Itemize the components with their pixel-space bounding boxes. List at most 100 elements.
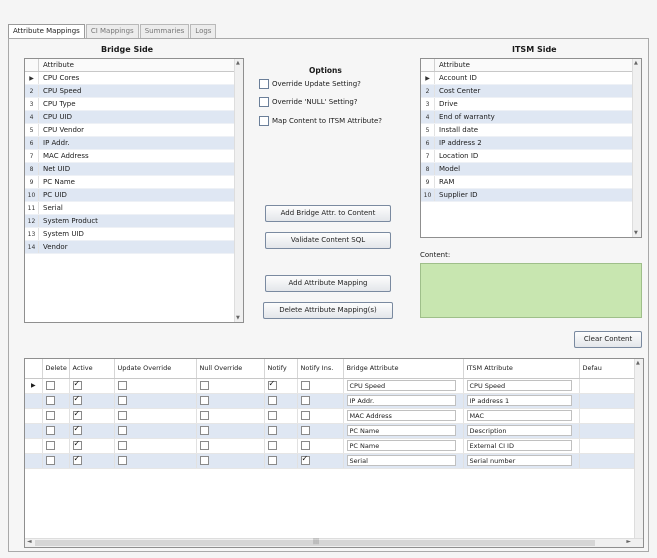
list-item[interactable]: 14 Vendor xyxy=(25,241,243,254)
override-update-option[interactable]: Override Update Setting? xyxy=(259,79,361,89)
column-header[interactable]: Bridge Attribute xyxy=(343,359,464,379)
null-checkbox[interactable] xyxy=(199,441,209,450)
scroll-up-icon[interactable]: ▲ xyxy=(636,360,640,366)
column-header[interactable]: Notify Ins. xyxy=(297,359,344,379)
active-checkbox[interactable] xyxy=(72,379,82,390)
column-header[interactable]: Delete xyxy=(42,359,70,379)
delete-checkbox[interactable] xyxy=(45,456,55,465)
scroll-up-icon[interactable]: ▲ xyxy=(236,60,240,66)
list-item[interactable]: 2 CPU Speed xyxy=(25,85,243,98)
update-checkbox[interactable] xyxy=(117,426,127,435)
column-header[interactable]: ITSM Attribute xyxy=(463,359,580,379)
notify-ins-checkbox[interactable] xyxy=(300,454,310,465)
update-checkbox[interactable] xyxy=(117,396,127,405)
null-checkbox[interactable] xyxy=(199,456,209,465)
column-header[interactable]: Update Override xyxy=(114,359,197,379)
override-null-checkbox[interactable] xyxy=(259,97,269,107)
table-row[interactable]: PC Name External CI ID xyxy=(25,438,637,454)
bridge-attribute-list[interactable]: Attribute ▶ CPU Cores 2 CPU Speed 3 CPU Type 4… xyxy=(24,58,244,323)
column-header[interactable]: Null Override xyxy=(196,359,265,379)
column-header[interactable]: Defau xyxy=(579,359,637,379)
active-checkbox[interactable] xyxy=(72,454,82,465)
list-item[interactable]: 10 PC UID xyxy=(25,189,243,202)
list-item[interactable]: 3 Drive xyxy=(421,98,641,111)
itsm-attribute-list[interactable]: Attribute ▶ Account ID 2 Cost Center 3 Drive 4… xyxy=(420,58,642,238)
notify-ins-checkbox[interactable] xyxy=(300,381,310,390)
delete-attribute-mappings-button[interactable]: Delete Attribute Mapping(s) xyxy=(263,302,393,319)
list-item[interactable]: 11 Serial xyxy=(25,202,243,215)
notify-checkbox[interactable] xyxy=(267,379,277,390)
delete-checkbox[interactable] xyxy=(45,381,55,390)
list-item[interactable]: 7 MAC Address xyxy=(25,150,243,163)
tab-ci-mappings[interactable]: CI Mappings xyxy=(85,24,139,38)
notify-ins-checkbox[interactable] xyxy=(300,426,310,435)
map-content-option[interactable]: Map Content to ITSM Attribute? xyxy=(259,116,382,126)
itsm-attribute-value[interactable]: IP address 1 xyxy=(466,395,572,406)
override-update-checkbox[interactable] xyxy=(259,79,269,89)
delete-checkbox[interactable] xyxy=(45,396,55,405)
content-textarea[interactable] xyxy=(420,263,642,318)
column-header[interactable] xyxy=(25,359,43,379)
bridge-attribute-value[interactable]: Serial xyxy=(346,455,456,466)
column-header[interactable]: Active xyxy=(69,359,115,379)
list-item[interactable]: 6 IP Addr. xyxy=(25,137,243,150)
itsm-attribute-value[interactable]: External CI ID xyxy=(466,440,572,451)
itsm-attribute-value[interactable]: CPU Speed xyxy=(466,380,572,391)
list-item[interactable]: 8 Net UID xyxy=(25,163,243,176)
bridge-attribute-value[interactable]: CPU Speed xyxy=(346,380,456,391)
list-item[interactable]: 4 End of warranty xyxy=(421,111,641,124)
validate-content-sql-button[interactable]: Validate Content SQL xyxy=(265,232,391,249)
table-row[interactable]: MAC Address MAC xyxy=(25,408,637,424)
itsm-list-scrollbar[interactable]: ▲ ▼ xyxy=(632,59,641,237)
scroll-left-icon[interactable]: ◄ xyxy=(27,538,32,545)
list-item[interactable]: 5 CPU Vendor xyxy=(25,124,243,137)
null-checkbox[interactable] xyxy=(199,411,209,420)
update-checkbox[interactable] xyxy=(117,411,127,420)
list-item[interactable]: 3 CPU Type xyxy=(25,98,243,111)
list-item[interactable]: 6 IP address 2 xyxy=(421,137,641,150)
notify-ins-checkbox[interactable] xyxy=(300,441,310,450)
clear-content-button[interactable]: Clear Content xyxy=(574,331,642,348)
notify-checkbox[interactable] xyxy=(267,411,277,420)
add-attribute-mapping-button[interactable]: Add Attribute Mapping xyxy=(265,275,391,292)
list-item[interactable]: ▶ CPU Cores xyxy=(25,72,243,85)
table-row[interactable]: PC Name Description xyxy=(25,423,637,439)
list-item[interactable]: 5 Install date xyxy=(421,124,641,137)
update-checkbox[interactable] xyxy=(117,381,127,390)
bridge-list-scrollbar[interactable]: ▲ ▼ xyxy=(234,59,243,322)
tab-attribute-mappings[interactable]: Attribute Mappings xyxy=(8,24,85,39)
override-null-option[interactable]: Override 'NULL' Setting? xyxy=(259,97,358,107)
list-item[interactable]: 12 System Product xyxy=(25,215,243,228)
itsm-attribute-value[interactable]: Serial number xyxy=(466,455,572,466)
list-item[interactable]: 9 RAM xyxy=(421,176,641,189)
list-item[interactable]: 8 Model xyxy=(421,163,641,176)
bridge-attribute-value[interactable]: MAC Address xyxy=(346,410,456,421)
list-item[interactable]: 10 Supplier ID xyxy=(421,189,641,202)
column-header[interactable]: Notify xyxy=(264,359,298,379)
list-item[interactable]: 4 CPU UID xyxy=(25,111,243,124)
bridge-attribute-value[interactable]: PC Name xyxy=(346,440,456,451)
scroll-up-icon[interactable]: ▲ xyxy=(634,60,638,66)
bridge-attribute-value[interactable]: IP Addr. xyxy=(346,395,456,406)
scroll-right-icon[interactable]: ► xyxy=(626,538,631,545)
list-item[interactable]: 9 PC Name xyxy=(25,176,243,189)
grid-horizontal-scrollbar[interactable]: ◄ ||| ► xyxy=(25,538,643,547)
notify-ins-checkbox[interactable] xyxy=(300,411,310,420)
itsm-attribute-value[interactable]: Description xyxy=(466,425,572,436)
notify-checkbox[interactable] xyxy=(267,441,277,450)
table-row[interactable]: Serial Serial number xyxy=(25,453,637,469)
active-checkbox[interactable] xyxy=(72,409,82,420)
delete-checkbox[interactable] xyxy=(45,411,55,420)
active-checkbox[interactable] xyxy=(72,424,82,435)
delete-checkbox[interactable] xyxy=(45,441,55,450)
table-row[interactable]: IP Addr. IP address 1 xyxy=(25,393,637,409)
null-checkbox[interactable] xyxy=(199,426,209,435)
notify-checkbox[interactable] xyxy=(267,396,277,405)
scroll-down-icon[interactable]: ▼ xyxy=(236,315,240,321)
list-item[interactable]: ▶ Account ID xyxy=(421,72,641,85)
add-bridge-attr-to-content-button[interactable]: Add Bridge Attr. to Content xyxy=(265,205,391,222)
tab-logs[interactable]: Logs xyxy=(190,24,217,38)
itsm-attribute-value[interactable]: MAC xyxy=(466,410,572,421)
notify-checkbox[interactable] xyxy=(267,456,277,465)
table-row[interactable]: ▶ CPU Speed CPU Speed xyxy=(25,378,637,394)
